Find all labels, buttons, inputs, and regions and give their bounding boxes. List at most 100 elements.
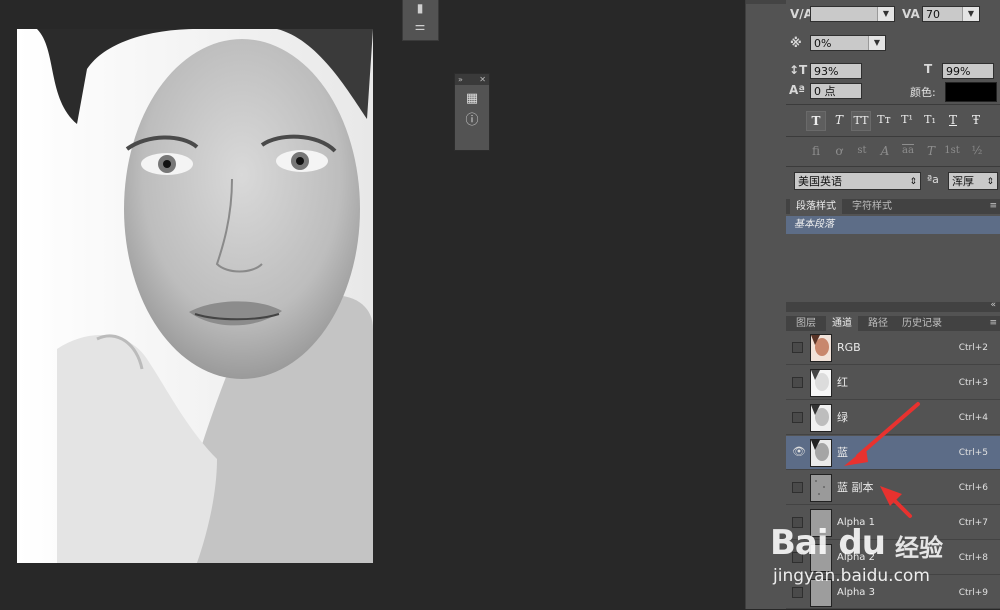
collapsed-panel-dock: » ✕ ▦ ⓘ (454, 73, 490, 151)
faux-italic-button[interactable]: T (829, 111, 849, 131)
panel-menu-icon[interactable]: ≡ (989, 316, 997, 331)
tab-layers[interactable]: 图层 (790, 316, 822, 331)
horizontal-scale-field[interactable]: 99% (942, 63, 994, 79)
baseline-shift-icon: Aª (789, 83, 806, 97)
layers-tabbar: 图层 通道 路径 历史记录 ≡ (786, 316, 1000, 331)
info-icon[interactable]: ⓘ (464, 113, 480, 129)
tab-history[interactable]: 历史记录 (896, 316, 948, 331)
panel-dock-gutter (745, 0, 786, 609)
horizontal-scale-icon: T (924, 62, 933, 76)
tab-paths[interactable]: 路径 (862, 316, 894, 331)
tracking-value: 70 (926, 8, 940, 21)
underline-button[interactable]: T (943, 111, 963, 131)
visibility-toggle[interactable] (792, 552, 803, 563)
divider (786, 166, 1000, 167)
color-label: 颜色: (910, 86, 936, 99)
dock-gripper[interactable] (746, 0, 786, 4)
tsume-dropdown-icon[interactable]: ▼ (868, 36, 885, 50)
kerning-dropdown-icon[interactable]: ▼ (877, 7, 894, 21)
channel-thumbnail (810, 369, 832, 397)
document-canvas[interactable]: ▮ ⚌ » ✕ ▦ ⓘ (0, 0, 745, 609)
3d-cube-icon[interactable]: ▦ (464, 91, 480, 107)
tracking-dropdown-icon[interactable]: ▼ (962, 7, 979, 21)
channel-shortcut: Ctrl+4 (958, 413, 988, 423)
old-style-button[interactable]: ơ (829, 142, 849, 160)
collapse-icon[interactable]: « (990, 300, 996, 310)
language-value: 美国英语 (798, 175, 842, 188)
select-arrows-icon: ⇕ (986, 177, 994, 187)
baseline-shift-field[interactable]: 0 点 (810, 83, 862, 99)
all-caps-button[interactable]: TT (851, 111, 871, 131)
channel-shortcut: Ctrl+7 (958, 518, 988, 528)
dock-title-bar[interactable]: » ✕ (455, 74, 489, 85)
language-select[interactable]: 美国英语 ⇕ (794, 172, 921, 190)
channel-row-alpha-3[interactable]: Alpha 3 Ctrl+9 (786, 576, 1000, 609)
stylistic-alternates-button[interactable]: aa (898, 142, 918, 160)
channel-shortcut: Ctrl+9 (958, 588, 988, 598)
visibility-toggle[interactable] (792, 482, 803, 493)
antialias-icon: ªa (927, 173, 939, 186)
channel-name: Alpha 3 (837, 587, 875, 598)
tsume-value: 0% (814, 37, 832, 50)
divider (786, 136, 1000, 137)
visibility-toggle[interactable] (792, 587, 803, 598)
channel-shortcut: Ctrl+6 (958, 483, 988, 493)
vertical-scale-icon: ↕T (789, 63, 808, 77)
channel-name: Alpha 2 (837, 552, 875, 563)
divider (786, 104, 1000, 105)
ligatures-button[interactable]: ﬁ (806, 142, 826, 160)
visibility-toggle[interactable] (792, 517, 803, 528)
channel-thumbnail (810, 509, 832, 537)
select-arrows-icon: ⇕ (909, 177, 917, 187)
channel-thumbnail (810, 474, 832, 502)
superscript-button[interactable]: T¹ (897, 111, 917, 131)
small-caps-button[interactable]: Tт (874, 111, 894, 131)
strikethrough-button[interactable]: Ŧ (966, 111, 986, 131)
adjustments-icon[interactable]: ⚌ (411, 20, 429, 32)
tsume-field[interactable]: 0% ▼ (810, 35, 886, 51)
antialias-select[interactable]: 浑厚 ⇕ (948, 172, 998, 190)
baseline-shift-value: 0 点 (814, 85, 836, 98)
paragraph-style-basic[interactable]: 基本段落 (786, 216, 1000, 234)
tab-channels[interactable]: 通道 (826, 316, 858, 331)
styles-tabbar: 段落样式 字符样式 ≡ (786, 199, 1000, 214)
channel-row-alpha-2[interactable]: Alpha 2 Ctrl+8 (786, 541, 1000, 575)
text-color-swatch[interactable] (945, 82, 997, 102)
faux-bold-button[interactable]: T (806, 111, 826, 131)
antialias-value: 浑厚 (952, 175, 974, 188)
titling-alternates-button[interactable]: T (921, 142, 941, 160)
channel-thumbnail (810, 579, 832, 607)
tsume-icon: ※ (790, 36, 802, 50)
eye-icon[interactable]: 👁 (792, 446, 806, 458)
vertical-scale-value: 93% (814, 65, 839, 78)
fractions-button[interactable]: ½ (967, 142, 987, 160)
horizontal-scale-value: 99% (946, 65, 971, 78)
channel-thumbnail (810, 334, 832, 362)
panel-menu-icon[interactable]: ≡ (989, 199, 997, 214)
vertical-scale-field[interactable]: 93% (810, 63, 862, 79)
annotation-arrow-icon (844, 402, 920, 518)
visibility-toggle[interactable] (792, 377, 803, 388)
subscript-button[interactable]: T₁ (920, 111, 940, 131)
ordinals-button[interactable]: 1st (942, 142, 962, 160)
tracking-icon: VA (902, 7, 920, 21)
channel-shortcut: Ctrl+5 (958, 448, 988, 458)
grip-icon[interactable]: ▮ (411, 2, 429, 14)
discretionary-ligatures-button[interactable]: st (852, 142, 872, 160)
tab-paragraph-styles[interactable]: 段落样式 (790, 199, 842, 214)
kerning-field[interactable]: ▼ (810, 6, 895, 22)
channel-shortcut: Ctrl+2 (958, 343, 988, 353)
close-icon[interactable]: ✕ (479, 74, 486, 85)
tracking-field[interactable]: 70 ▼ (922, 6, 980, 22)
swash-button[interactable]: A (875, 142, 895, 160)
tab-character-styles[interactable]: 字符样式 (846, 199, 898, 214)
channel-shortcut: Ctrl+3 (958, 378, 988, 388)
visibility-toggle[interactable] (792, 412, 803, 423)
channel-thumbnail (810, 439, 832, 467)
channel-name: 红 (837, 376, 848, 389)
channel-row-red[interactable]: 红 Ctrl+3 (786, 366, 1000, 400)
channel-row-rgb[interactable]: RGB Ctrl+2 (786, 331, 1000, 365)
expand-icon[interactable]: » (458, 74, 463, 85)
visibility-toggle[interactable] (792, 342, 803, 353)
channel-thumbnail (810, 544, 832, 572)
